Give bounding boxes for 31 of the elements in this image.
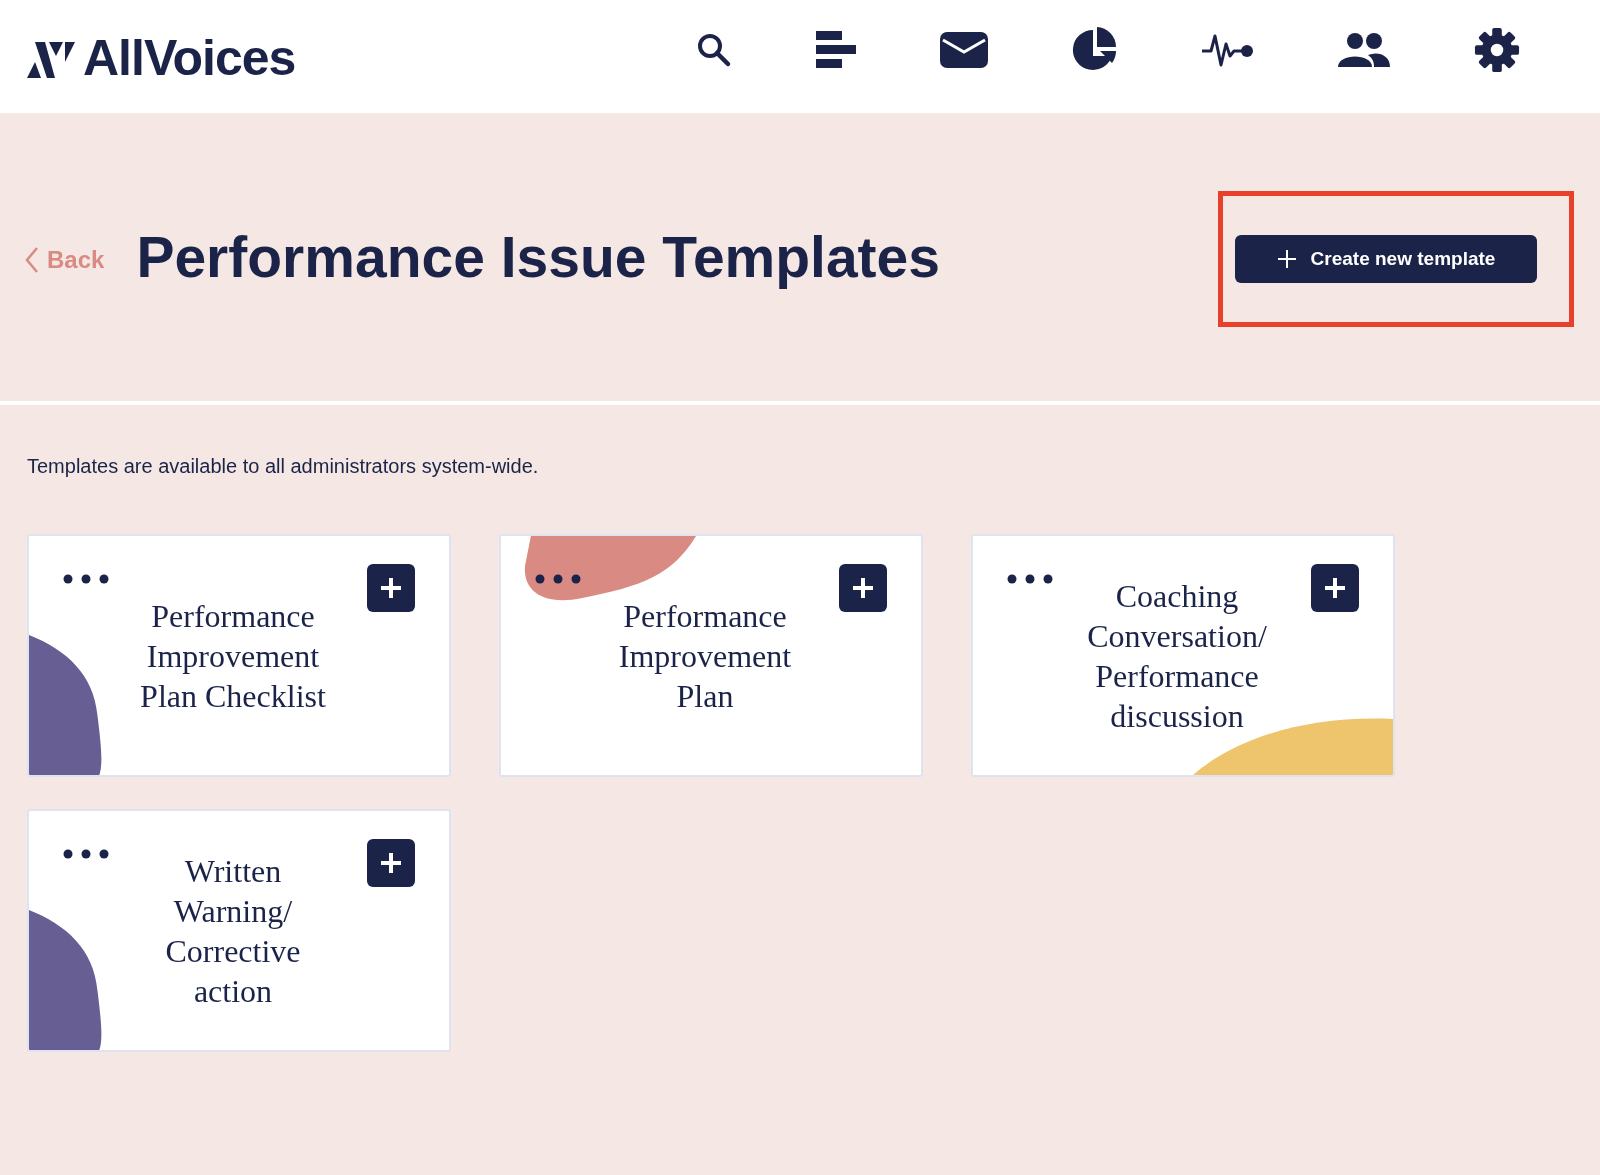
add-icon-button[interactable] xyxy=(367,564,415,612)
bars-icon[interactable] xyxy=(816,30,856,69)
plus-icon[interactable] xyxy=(379,851,403,875)
pie-chart-icon[interactable] xyxy=(1072,26,1118,73)
card-title: Performance Improvement Plan Checklist xyxy=(139,596,327,716)
add-icon-button[interactable] xyxy=(839,564,887,612)
logo-text[interactable]: AllVoices xyxy=(83,29,296,87)
people-icon[interactable] xyxy=(1338,32,1390,67)
more-icon[interactable] xyxy=(535,574,581,584)
template-card[interactable]: Performance Improvement Plan xyxy=(499,534,923,777)
add-icon-button[interactable] xyxy=(1311,564,1359,612)
add-icon-button[interactable] xyxy=(367,839,415,887)
more-icon[interactable] xyxy=(63,849,109,859)
more-icon[interactable] xyxy=(1007,574,1053,584)
mail-icon[interactable] xyxy=(940,31,988,68)
create-template-button[interactable]: Create new template xyxy=(1235,235,1537,283)
plus-icon[interactable] xyxy=(1323,576,1347,600)
plus-icon[interactable] xyxy=(379,576,403,600)
info-text: Templates are available to all administrators system-wide. xyxy=(27,455,540,478)
more-icon[interactable] xyxy=(63,574,109,584)
template-card[interactable]: Coaching Conversation/ Performance discussion xyxy=(971,534,1395,777)
plus-icon[interactable] xyxy=(1276,249,1297,269)
card-title: Coaching Conversation/ Performance discussion xyxy=(1086,576,1268,736)
plus-icon[interactable] xyxy=(851,576,875,600)
search-icon[interactable] xyxy=(696,31,732,68)
settings-icon[interactable] xyxy=(1474,26,1520,73)
template-card[interactable]: Written Warning/ Corrective action xyxy=(27,809,451,1052)
card-title: Performance Improvement Plan xyxy=(617,596,793,716)
page-title: Performance Issue Templates xyxy=(136,224,940,290)
card-title: Written Warning/ Corrective action xyxy=(164,851,302,1011)
template-card[interactable]: Performance Improvement Plan Checklist xyxy=(27,534,451,777)
